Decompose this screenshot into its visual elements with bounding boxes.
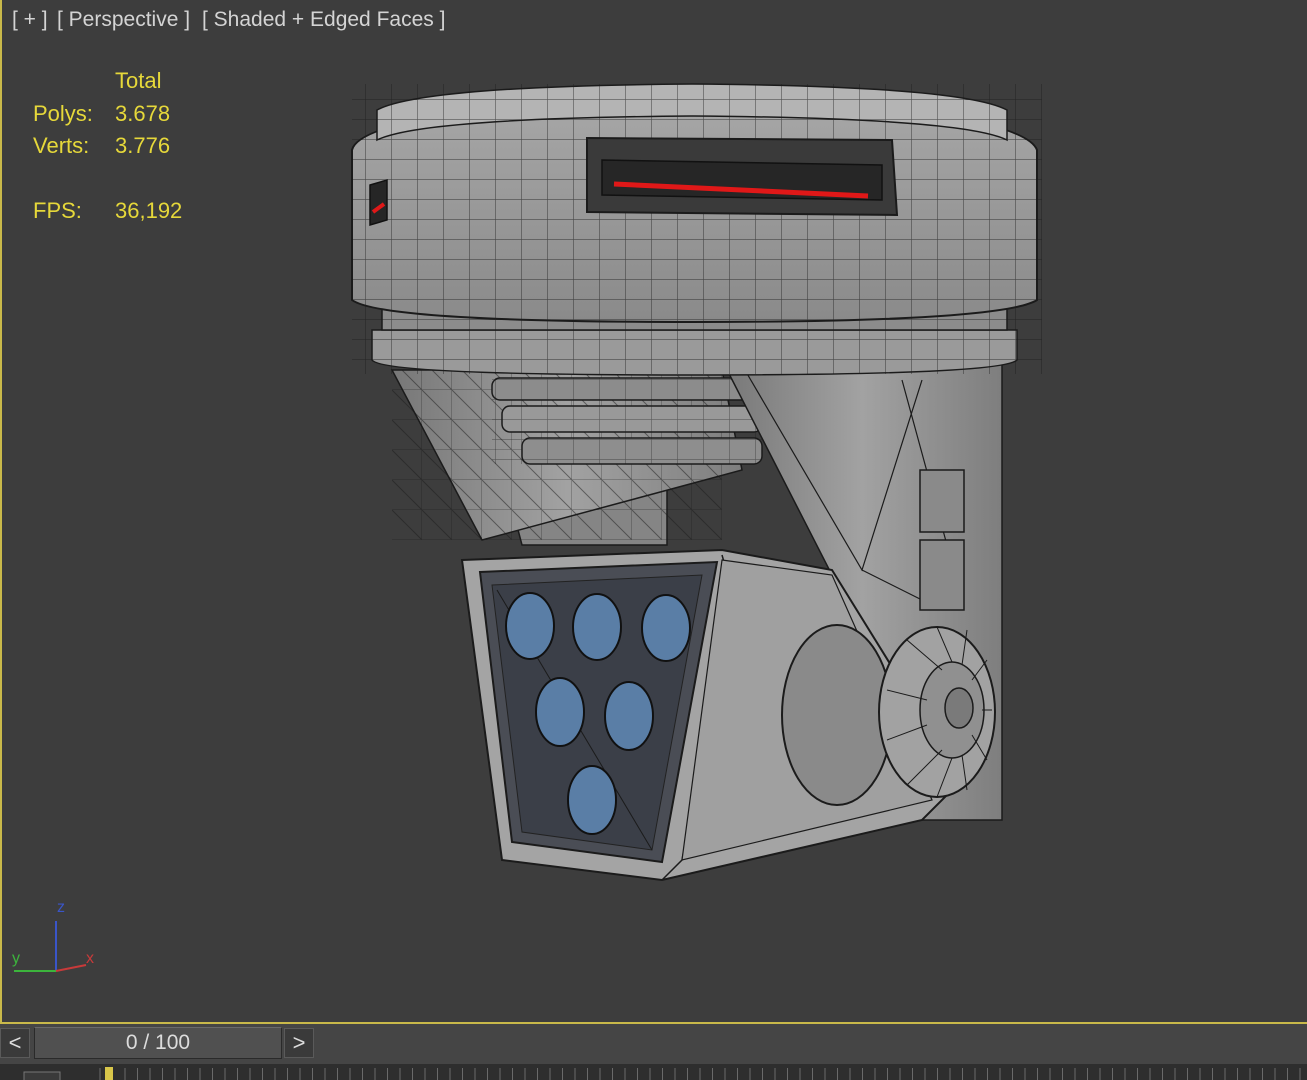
trackbar-ticks bbox=[99, 1068, 1301, 1080]
axis-tripod-gizmo: z y x bbox=[12, 899, 94, 972]
axis-y-label: y bbox=[12, 950, 20, 967]
time-slider-track[interactable] bbox=[314, 1027, 1307, 1061]
current-frame-marker[interactable] bbox=[105, 1067, 113, 1080]
dome-base bbox=[351, 83, 1042, 376]
time-slider[interactable]: 0 / 100 bbox=[34, 1027, 282, 1059]
perspective-viewport[interactable]: [ + ] [ Perspective ] [ Shaded + Edged F… bbox=[0, 0, 1307, 1024]
back-rings bbox=[491, 377, 763, 465]
axis-z-label: z bbox=[57, 899, 65, 916]
previous-frame-button[interactable]: < bbox=[0, 1028, 30, 1058]
trackbar[interactable] bbox=[0, 1064, 1307, 1080]
security-camera-model[interactable] bbox=[2, 0, 1307, 1024]
axis-x-label: x bbox=[86, 950, 94, 967]
next-frame-button[interactable]: > bbox=[284, 1028, 314, 1058]
time-slider-bar: < 0 / 100 > bbox=[0, 1024, 1307, 1064]
trackbar-key-filter-icon[interactable] bbox=[23, 1071, 61, 1080]
